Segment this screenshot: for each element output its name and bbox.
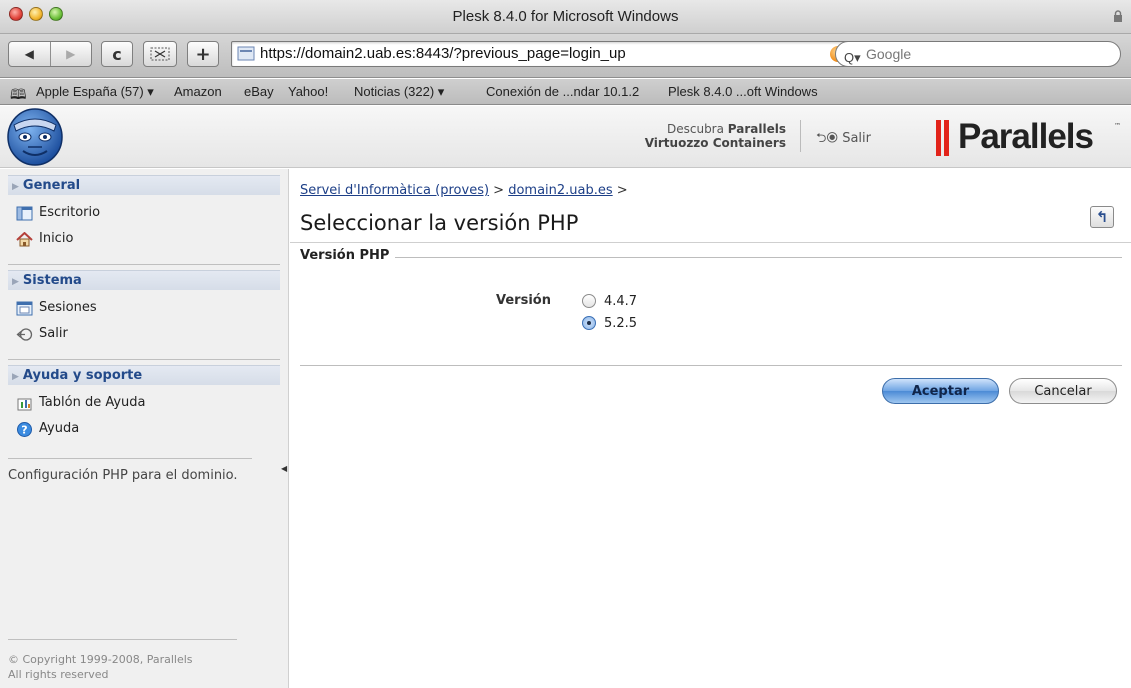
logout-icon: ⮌⦿ (816, 131, 839, 146)
sidebar-divider (8, 458, 252, 459)
logout-icon (16, 327, 33, 341)
fieldset-legend: Versión PHP (300, 248, 396, 263)
main-content: Servei d'Informàtica (proves) > domain2.… (290, 169, 1131, 688)
lock-icon (1114, 10, 1122, 22)
copyright: © Copyright 1999-2008, Parallels All rig… (8, 653, 193, 681)
plesk-logo[interactable] (4, 107, 66, 167)
home-icon (16, 231, 33, 246)
bookmark-amazon[interactable]: Amazon (174, 84, 222, 99)
sidebar-item-tablon[interactable]: Tablón de Ayuda (16, 393, 146, 413)
search-icon: Q▾ (844, 50, 861, 65)
sidebar-divider (8, 264, 280, 265)
help-icon: ? (17, 421, 32, 437)
sidebar-item-inicio[interactable]: Inicio (16, 229, 73, 249)
bookmarks-bar: 🕮 Apple España (57) ▾ Amazon eBay Yahoo!… (0, 79, 1131, 105)
bookmark-plesk[interactable]: Plesk 8.4.0 ...oft Windows (668, 84, 818, 99)
svg-text:?: ? (21, 423, 27, 436)
scissors-icon (150, 47, 170, 61)
sidebar-item-ayuda[interactable]: ? Ayuda (16, 419, 79, 439)
sidebar-item-escritorio[interactable]: Escritorio (16, 203, 100, 223)
header-logout-link[interactable]: ⮌⦿ Salir (816, 129, 871, 151)
bookmarks-book-icon[interactable]: 🕮 (10, 84, 27, 108)
sidebar-item-sesiones[interactable]: Sesiones (16, 298, 97, 318)
plesk-header: Descubra Parallels Virtuozzo Containers … (0, 106, 1131, 168)
browser-toolbar: ◀ ▶ c + https://domain2.uab.es:8443/?pre… (0, 34, 1131, 78)
version-label: Versión (496, 293, 551, 308)
sidebar: ▶ General Escritorio Inicio ▶ Sistema Sesi… (0, 169, 289, 688)
add-bookmark-button[interactable]: + (187, 41, 219, 67)
sessions-icon (16, 301, 33, 315)
forward-button[interactable]: ▶ (51, 47, 92, 61)
context-help-text: Configuración PHP para el dominio. (8, 468, 238, 483)
expand-triangle-icon: ▶ (12, 182, 19, 192)
promo-brand: Parallels (727, 122, 786, 136)
breadcrumb-link-domain[interactable]: domain2.uab.es (508, 183, 612, 198)
page-title: Seleccionar la versión PHP (300, 211, 579, 235)
radio-button-525[interactable] (582, 316, 596, 330)
sidebar-divider (8, 359, 280, 360)
promo-link[interactable]: Descubra Parallels Virtuozzo Containers (600, 122, 786, 150)
up-level-button[interactable]: ↰ (1090, 206, 1114, 228)
sidebar-section-general[interactable]: ▶ General (8, 175, 280, 195)
sidebar-item-salir[interactable]: Salir (16, 324, 68, 344)
collapse-sidebar-icon[interactable]: ◀ (281, 464, 287, 473)
address-bar[interactable]: https://domain2.uab.es:8443/?previous_pa… (231, 41, 855, 67)
radio-option-447[interactable]: 4.4.7 (582, 292, 637, 310)
search-field[interactable]: Q▾ Google (835, 41, 1121, 67)
breadcrumb-link-servei[interactable]: Servei d'Informàtica (proves) (300, 183, 489, 198)
breadcrumb: Servei d'Informàtica (proves) > domain2.… (300, 183, 628, 198)
bookmark-yahoo[interactable]: Yahoo! (288, 84, 328, 99)
helpdesk-icon (17, 398, 32, 410)
desktop-icon (16, 206, 33, 220)
cancel-button[interactable]: Cancelar (1009, 378, 1117, 404)
radio-button-447[interactable] (582, 294, 596, 308)
bookmark-conexion[interactable]: Conexión de ...ndar 10.1.2 (486, 84, 639, 99)
back-button[interactable]: ◀ (9, 47, 50, 61)
bookmark-ebay[interactable]: eBay (244, 84, 274, 99)
radio-option-525[interactable]: 5.2.5 (582, 314, 637, 332)
expand-triangle-icon: ▶ (12, 277, 19, 287)
back-forward-buttons: ◀ ▶ (8, 41, 92, 67)
header-divider (800, 120, 801, 152)
sidebar-section-ayuda[interactable]: ▶ Ayuda y soporte (8, 365, 280, 385)
form-divider (300, 365, 1122, 366)
reload-button[interactable]: c (101, 41, 133, 67)
title-divider (290, 242, 1131, 243)
page-icon (237, 46, 255, 61)
parallels-logo-text: Parallels (958, 117, 1094, 156)
window-title: Plesk 8.4.0 for Microsoft Windows (452, 8, 679, 25)
trademark-symbol: ™ (1114, 122, 1121, 130)
header-logout-label: Salir (842, 131, 871, 146)
bookmark-apple[interactable]: Apple España (57) ▾ (36, 84, 154, 100)
url-text: https://domain2.uab.es:8443/?previous_pa… (260, 45, 626, 62)
bookmark-noticias[interactable]: Noticias (322) ▾ (354, 84, 444, 100)
sidebar-section-sistema[interactable]: ▶ Sistema (8, 270, 280, 290)
parallels-bars-logo (936, 120, 952, 156)
accept-button[interactable]: Aceptar (882, 378, 999, 404)
promo-product: Virtuozzo Containers (644, 136, 786, 150)
snippet-button[interactable] (143, 41, 177, 67)
search-placeholder: Google (866, 46, 912, 62)
sidebar-divider (8, 639, 237, 640)
fieldset-border (300, 257, 1122, 258)
browser-titlebar: Plesk 8.4.0 for Microsoft Windows (0, 0, 1131, 34)
expand-triangle-icon: ▶ (12, 372, 19, 382)
